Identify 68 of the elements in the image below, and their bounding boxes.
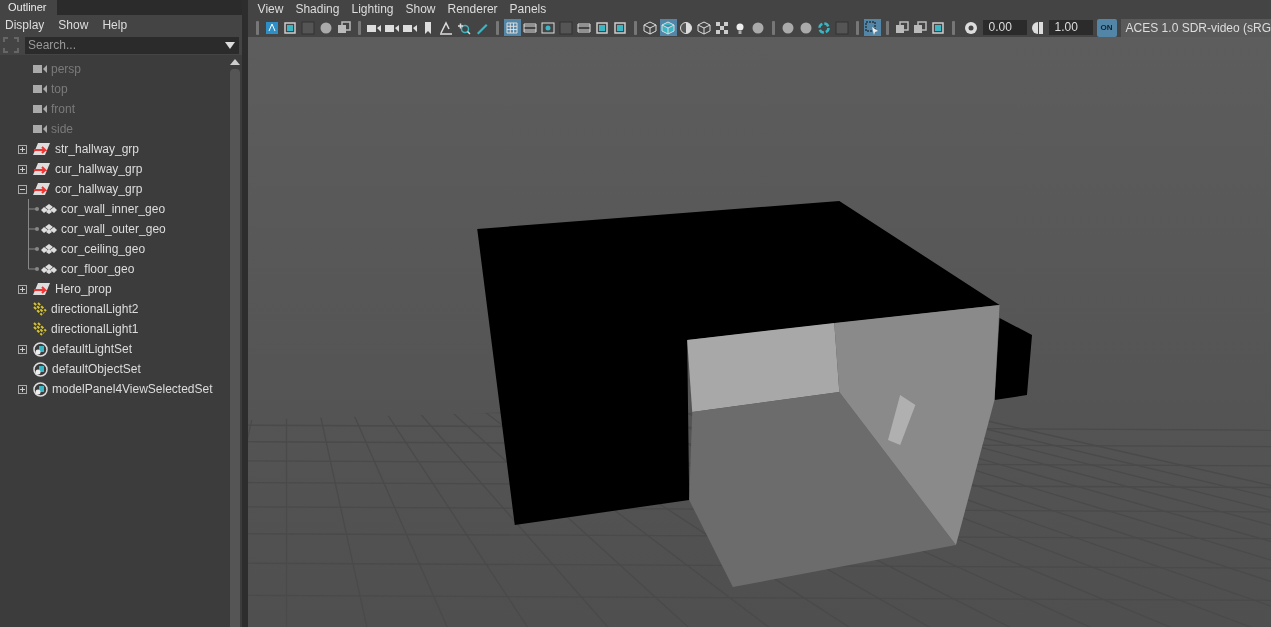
menu-item[interactable]: Shading — [289, 2, 346, 16]
camera-icon — [33, 64, 47, 74]
layers-icon[interactable] — [335, 19, 353, 36]
gamma-field[interactable]: 1.00 — [1048, 20, 1093, 35]
gamma-icon[interactable] — [1031, 20, 1044, 35]
color-management-button[interactable]: ON — [1096, 18, 1117, 37]
group-icon — [33, 163, 51, 175]
tree-connector — [28, 199, 39, 219]
color-space-dropdown[interactable]: ACES 1.0 SDR-video (sRG — [1120, 18, 1271, 37]
outliner-item[interactable]: cor_ceiling_geo — [61, 242, 146, 256]
group-icon — [33, 283, 51, 295]
expander-icon[interactable] — [18, 144, 27, 154]
outliner-item[interactable]: cor_hallway_grp — [55, 182, 143, 196]
set-icon — [33, 381, 48, 397]
expander-icon[interactable] — [18, 164, 27, 174]
mesh-icon — [41, 204, 57, 214]
group-icon — [33, 143, 51, 155]
outliner-item[interactable]: modelPanel4ViewSelectedSet — [52, 382, 213, 396]
outliner-item[interactable]: Hero_prop — [55, 282, 112, 296]
expander-icon[interactable] — [18, 344, 27, 354]
outliner-item[interactable]: cor_wall_outer_geo — [61, 222, 166, 236]
outliner-item[interactable]: cor_floor_geo — [61, 262, 135, 276]
outliner-item[interactable]: defaultObjectSet — [52, 362, 141, 376]
ring-icon[interactable] — [815, 19, 833, 36]
camera-icon — [33, 84, 47, 94]
set-icon — [33, 361, 48, 377]
grid-icon[interactable] — [503, 19, 521, 36]
tree-connector — [28, 219, 39, 239]
frame-icon[interactable] — [281, 19, 299, 36]
outliner-item[interactable]: cur_hallway_grp — [55, 162, 143, 176]
shaded-cube-icon[interactable] — [659, 19, 677, 36]
overlap-icon[interactable] — [911, 19, 929, 36]
outliner-item[interactable]: str_hallway_grp — [55, 142, 140, 156]
outliner-tab[interactable]: Outliner — [0, 0, 57, 15]
group-icon — [33, 183, 51, 195]
set-icon — [33, 341, 48, 357]
mesh-icon — [41, 244, 57, 254]
outliner-item[interactable]: directionalLight1 — [51, 322, 139, 336]
outliner-item[interactable]: cor_wall_inner_geo — [61, 202, 166, 216]
aperture-icon[interactable] — [963, 20, 978, 35]
expander-icon[interactable] — [18, 184, 27, 194]
expander-icon[interactable] — [18, 284, 27, 294]
menu-item[interactable]: Show — [399, 2, 442, 16]
expander-icon[interactable] — [18, 384, 27, 394]
mesh-icon — [41, 264, 57, 274]
menu-item[interactable]: Panels — [503, 2, 553, 16]
camera-icon — [33, 124, 47, 134]
exposure-field[interactable]: 0.00 — [982, 20, 1027, 35]
mesh-icon — [41, 224, 57, 234]
camera-icon — [33, 104, 47, 114]
directional-light-icon — [33, 302, 47, 316]
menu-item[interactable]: View — [251, 2, 290, 16]
outliner-item[interactable]: defaultLightSet — [52, 342, 133, 356]
resolution-gate-icon[interactable] — [539, 19, 557, 36]
dropdown-arrow-icon[interactable] — [224, 41, 235, 49]
menu-item[interactable]: Show — [58, 18, 89, 32]
overlap-icon[interactable] — [893, 19, 911, 36]
checker-icon[interactable] — [713, 19, 731, 36]
menu-item[interactable]: Display — [5, 18, 45, 32]
scroll-up-icon[interactable] — [230, 59, 241, 65]
wireframe-cube-icon[interactable] — [641, 19, 659, 36]
half-sphere-icon[interactable] — [677, 19, 695, 36]
select-icon[interactable] — [863, 19, 881, 36]
outliner-item[interactable]: directionalLight2 — [51, 302, 139, 316]
menu-item[interactable]: Help — [102, 18, 128, 32]
menu-item[interactable]: Lighting — [345, 2, 400, 16]
menu-item[interactable]: Renderer — [441, 2, 504, 16]
directional-light-icon — [33, 322, 47, 336]
